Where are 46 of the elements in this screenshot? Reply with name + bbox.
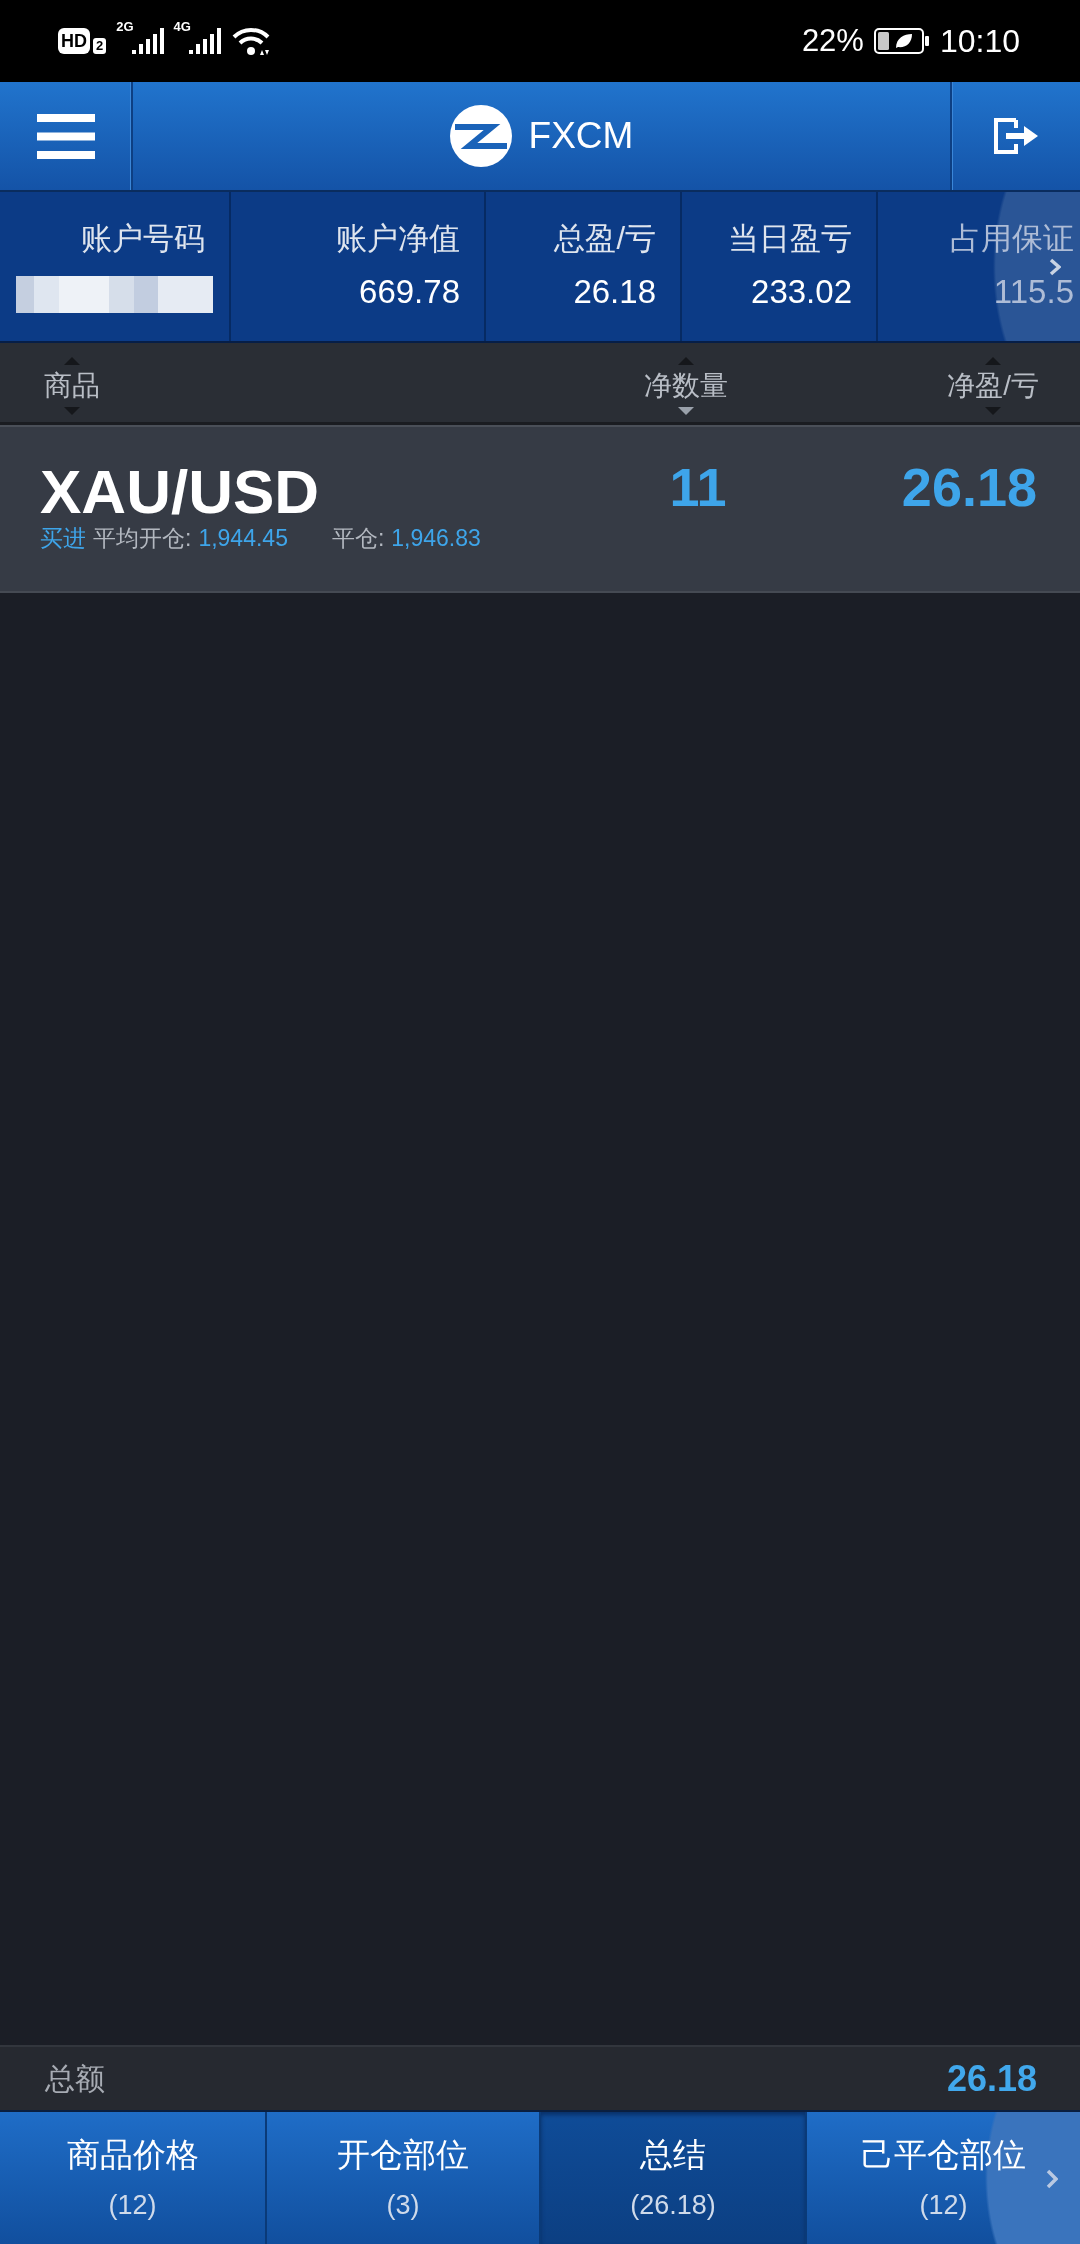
account-field-label: 账户净值 — [336, 222, 460, 256]
sort-up-icon — [678, 356, 694, 365]
close-label: 平仓: — [331, 525, 385, 551]
account-field-label: 账户号码 — [81, 222, 205, 256]
net-pl-value: 26.18 — [901, 460, 1037, 519]
account-field-value: 233.02 — [751, 274, 852, 310]
account-field-value: 115.5 — [993, 274, 1074, 310]
app-title: FXCM — [528, 115, 634, 157]
sort-up-icon — [985, 356, 1002, 365]
close-value: 1,946.83 — [391, 525, 481, 551]
signal-icon — [188, 28, 221, 54]
account-field-label: 总盈/亏 — [554, 222, 656, 256]
battery-percent: 22% — [801, 23, 864, 59]
account-field-label: 占用保证 — [950, 222, 1074, 256]
account-field-value: 26.18 — [573, 274, 656, 310]
account-field-value: 669.78 — [359, 274, 460, 310]
network-type-label: 2G — [116, 20, 134, 34]
net-amount-value: 11 — [669, 460, 727, 519]
hd-badge: HD — [58, 28, 90, 54]
total-label: 总额 — [45, 2061, 105, 2096]
column-header[interactable]: 商品 — [44, 356, 100, 415]
signal-icon — [131, 28, 164, 54]
column-header[interactable]: 净数量 — [644, 356, 728, 415]
avg-open-value: 1,944.45 — [198, 525, 288, 551]
tab[interactable]: 商品价格 (12) — [0, 2112, 267, 2244]
side-label: 买进 — [40, 525, 86, 551]
total-value: 26.18 — [946, 2058, 1037, 2099]
symbol-label: XAU/USD — [40, 461, 321, 523]
sim-badge: 2 — [93, 38, 107, 54]
column-header[interactable]: 净盈/亏 — [947, 356, 1039, 415]
account-field-label: 当日盈亏 — [728, 222, 852, 256]
network-type-label: 4G — [173, 20, 191, 34]
tab[interactable]: 开仓部位 (3) — [267, 2112, 541, 2244]
battery-icon — [873, 28, 930, 54]
position-row[interactable]: XAU/USD 买进 平均开仓: 1,944.45 平仓: 1,946.83 11 26.18 — [0, 425, 1080, 593]
chevron-right-icon[interactable] — [1049, 258, 1061, 276]
chevron-right-icon[interactable] — [1046, 2169, 1058, 2189]
sort-up-icon — [64, 356, 80, 365]
clock-time: 10:10 — [939, 23, 1020, 59]
tab[interactable]: 总结 (26.18) — [541, 2112, 807, 2244]
tab[interactable]: 己平仓部位 (12) — [807, 2112, 1080, 2244]
logo-icon — [449, 104, 512, 168]
wifi-icon — [230, 26, 271, 56]
logout-icon — [994, 118, 1038, 154]
menu-icon — [36, 113, 95, 159]
avg-open-label: 平均开仓: — [93, 525, 192, 551]
